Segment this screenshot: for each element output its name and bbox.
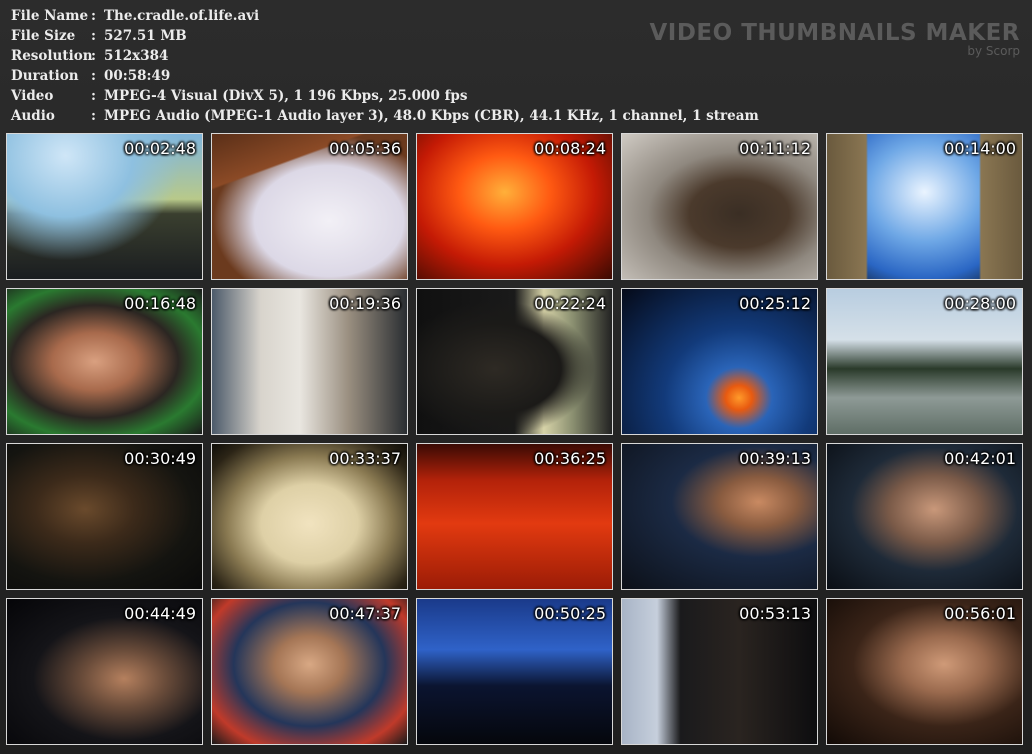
video-codec-value: MPEG-4 Visual (DivX 5), 1 196 Kbps, 25.0… [104,88,468,104]
thumbnail-frame[interactable]: 00:44:49 [6,598,203,745]
thumbnail-frame[interactable]: 00:33:37 [211,443,408,590]
thumbnail-timestamp: 00:08:24 [534,139,606,158]
thumbnail-timestamp: 00:56:01 [944,604,1016,623]
thumbnail-frame[interactable]: 00:19:36 [211,288,408,435]
thumbnail-timestamp: 00:42:01 [944,449,1016,468]
thumbnail-frame[interactable]: 00:53:13 [621,598,818,745]
thumbnail-frame[interactable]: 00:25:12 [621,288,818,435]
file-size-value: 527.51 MB [104,28,187,44]
thumbnail-timestamp: 00:16:48 [124,294,196,313]
thumbnail-frame[interactable]: 00:56:01 [826,598,1023,745]
thumbnail-frame[interactable]: 00:14:00 [826,133,1023,280]
resolution-value: 512x384 [104,48,169,64]
info-row-resolution: Resolution: 512x384 [11,48,169,64]
thumbnail-frame[interactable]: 00:39:13 [621,443,818,590]
thumbnail-timestamp: 00:28:00 [944,294,1016,313]
thumbnail-frame[interactable]: 00:47:37 [211,598,408,745]
thumbnail-frame[interactable]: 00:22:24 [416,288,613,435]
file-info-panel: File Name: The.cradle.of.life.avi File Si… [11,6,759,126]
thumbnail-timestamp: 00:19:36 [329,294,401,313]
duration-value: 00:58:49 [104,68,171,84]
thumbnail-frame[interactable]: 00:05:36 [211,133,408,280]
thumbnail-timestamp: 00:47:37 [329,604,401,623]
thumbnail-frame[interactable]: 00:50:25 [416,598,613,745]
thumbnail-grid: 00:02:48 00:05:36 00:08:24 00:11:12 00:14:00… [6,133,1027,749]
thumbnail-timestamp: 00:50:25 [534,604,606,623]
brand-title: VIDEO THUMBNAILS MAKER [649,20,1020,46]
thumbnail-frame[interactable]: 00:36:25 [416,443,613,590]
thumbnail-frame[interactable]: 00:11:12 [621,133,818,280]
info-row-video: Video: MPEG-4 Visual (DivX 5), 1 196 Kbps… [11,88,468,104]
file-name-value: The.cradle.of.life.avi [104,8,260,24]
thumbnail-timestamp: 00:33:37 [329,449,401,468]
thumbnail-timestamp: 00:44:49 [124,604,196,623]
info-row-audio: Audio: MPEG Audio (MPEG-1 Audio layer 3),… [11,108,759,124]
info-row-file-size: File Size:527.51 MB [11,28,187,44]
thumbnail-frame[interactable]: 00:16:48 [6,288,203,435]
thumbnail-timestamp: 00:02:48 [124,139,196,158]
info-row-file-name: File Name: The.cradle.of.life.avi [11,8,260,24]
thumbnail-timestamp: 00:25:12 [739,294,811,313]
thumbnail-frame[interactable]: 00:42:01 [826,443,1023,590]
thumbnail-frame[interactable]: 00:30:49 [6,443,203,590]
thumbnail-timestamp: 00:30:49 [124,449,196,468]
thumbnail-frame[interactable]: 00:02:48 [6,133,203,280]
brand-subtitle: by Scorp [967,44,1020,58]
thumbnail-timestamp: 00:22:24 [534,294,606,313]
brand-watermark: VIDEO THUMBNAILS MAKER by Scorp [649,20,1020,58]
info-row-duration: Duration:00:58:49 [11,68,171,84]
thumbnail-timestamp: 00:36:25 [534,449,606,468]
thumbnail-timestamp: 00:14:00 [944,139,1016,158]
thumbnail-frame[interactable]: 00:08:24 [416,133,613,280]
thumbnail-timestamp: 00:39:13 [739,449,811,468]
thumbnail-timestamp: 00:05:36 [329,139,401,158]
thumbnail-timestamp: 00:53:13 [739,604,811,623]
audio-codec-value: MPEG Audio (MPEG-1 Audio layer 3), 48.0 … [104,108,759,124]
thumbnail-frame[interactable]: 00:28:00 [826,288,1023,435]
thumbnail-timestamp: 00:11:12 [739,139,811,158]
